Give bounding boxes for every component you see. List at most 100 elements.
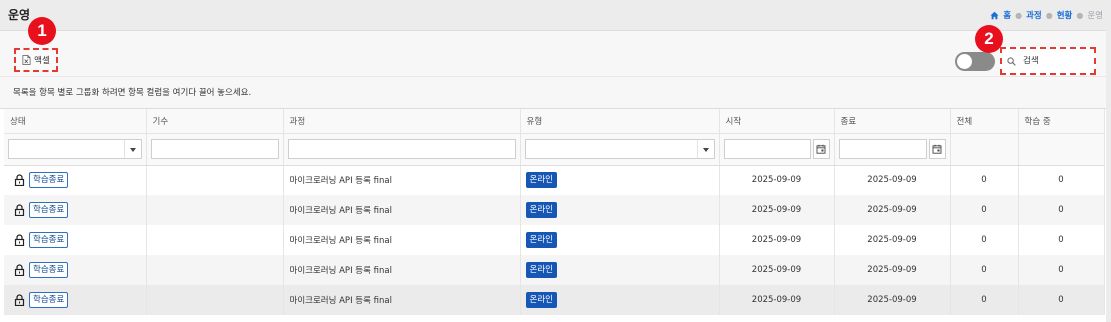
page-title: 운영 (8, 8, 31, 22)
search-box[interactable] (1000, 47, 1096, 75)
start-date-cell: 2025-09-09 (719, 285, 835, 315)
toggle-switch[interactable] (955, 52, 995, 71)
end-date-cell: 2025-09-09 (834, 285, 951, 315)
excel-export-label: 액셀 (34, 56, 50, 66)
filter-cell-end (834, 133, 951, 166)
column-header-learning[interactable]: 학습 중 (1018, 109, 1105, 134)
excel-file-icon (22, 55, 31, 65)
type-badge: 온라인 (525, 232, 557, 248)
learning-cell: 0 (1018, 165, 1105, 195)
header-row: 상태 기수 과정 유형 시작 종료 전체 학습 중 (4, 109, 1105, 134)
start-date-cell: 2025-09-09 (719, 165, 835, 195)
column-header-end[interactable]: 종료 (834, 109, 951, 134)
group-drop-area[interactable]: 목록을 항목 별로 그룹화 하려면 항목 컬럼을 여기다 끌어 놓으세요. (0, 77, 1106, 109)
learning-cell: 0 (1018, 285, 1105, 315)
round-cell (146, 165, 284, 195)
status-button[interactable]: 학습종료 (29, 292, 69, 308)
start-date-cell: 2025-09-09 (719, 195, 835, 225)
table-body: 학습종료 마이크로러닝 API 등록 final 온라인 2025-09-09 … (4, 165, 1105, 315)
status-cell: 학습종료 (4, 225, 147, 255)
breadcrumb-separator-dot: ● (1015, 10, 1023, 20)
annotation-badge-2: 2 (975, 25, 1003, 53)
round-filter-input[interactable] (150, 139, 279, 159)
course-cell: 마이크로러닝 API 등록 final (283, 165, 521, 195)
type-cell: 온라인 (520, 195, 720, 225)
status-button[interactable]: 학습종료 (29, 262, 69, 278)
table-row[interactable]: 학습종료 마이크로러닝 API 등록 final 온라인 2025-09-09 … (4, 285, 1105, 315)
column-header-course[interactable]: 과정 (283, 109, 521, 134)
column-header-round[interactable]: 기수 (146, 109, 284, 134)
grid-toolbar: 액셀 1 2 (0, 17, 1106, 77)
round-cell (146, 225, 284, 255)
learning-cell: 0 (1018, 255, 1105, 285)
breadcrumb-current: 운영 (1087, 11, 1103, 21)
course-filter-input[interactable] (287, 139, 516, 159)
chevron-down-icon (702, 148, 709, 152)
table-row[interactable]: 학습종료 마이크로러닝 API 등록 final 온라인 2025-09-09 … (4, 255, 1105, 285)
end-date-filter-input[interactable] (838, 139, 927, 159)
course-cell: 마이크로러닝 API 등록 final (283, 255, 521, 285)
status-cell: 학습종료 (4, 285, 147, 315)
status-filter-select[interactable] (8, 139, 142, 159)
breadcrumb-status[interactable]: 현황 (1057, 9, 1073, 21)
filter-cell-start (719, 133, 835, 166)
filter-cell-type (520, 133, 720, 166)
column-header-total[interactable]: 전체 (950, 109, 1019, 134)
annotation-badge-1: 1 (28, 17, 56, 45)
type-cell: 온라인 (520, 165, 720, 195)
type-badge: 온라인 (525, 292, 557, 308)
type-cell: 온라인 (520, 285, 720, 315)
lock-icon (14, 204, 25, 216)
round-cell (146, 285, 284, 315)
lock-icon (14, 294, 25, 306)
breadcrumb: 홈 ● 과정 ● 현황 ● 운영 (990, 9, 1103, 21)
breadcrumb-separator-dot: ● (1045, 10, 1053, 20)
column-header-type[interactable]: 유형 (520, 109, 720, 134)
calendar-icon (932, 144, 942, 154)
end-date-cell: 2025-09-09 (834, 165, 951, 195)
filter-row (4, 133, 1105, 166)
start-date-cell: 2025-09-09 (719, 255, 835, 285)
calendar-icon (816, 144, 826, 154)
status-cell: 학습종료 (4, 165, 147, 195)
breadcrumb-course[interactable]: 과정 (1026, 9, 1042, 21)
total-cell: 0 (950, 285, 1019, 315)
column-header-start[interactable]: 시작 (719, 109, 835, 134)
status-button[interactable]: 학습종료 (29, 232, 69, 248)
end-date-picker-button[interactable] (928, 139, 946, 159)
total-cell: 0 (950, 225, 1019, 255)
total-cell: 0 (950, 255, 1019, 285)
type-badge: 온라인 (525, 262, 557, 278)
round-cell (146, 195, 284, 225)
learning-cell: 0 (1018, 225, 1105, 255)
start-date-picker-button[interactable] (812, 139, 830, 159)
lock-icon (14, 234, 25, 246)
filter-cell-learning (1018, 133, 1105, 166)
end-date-cell: 2025-09-09 (834, 255, 951, 285)
type-badge: 온라인 (525, 202, 557, 218)
course-cell: 마이크로러닝 API 등록 final (283, 285, 521, 315)
start-date-filter-input[interactable] (723, 139, 811, 159)
type-cell: 온라인 (520, 255, 720, 285)
table-row[interactable]: 학습종료 마이크로러닝 API 등록 final 온라인 2025-09-09 … (4, 195, 1105, 225)
breadcrumb-home[interactable]: 홈 (1003, 9, 1011, 21)
status-cell: 학습종료 (4, 195, 147, 225)
round-cell (146, 255, 284, 285)
lock-icon (14, 174, 25, 187)
column-header-status[interactable]: 상태 (4, 109, 147, 134)
table-row[interactable]: 학습종료 마이크로러닝 API 등록 final 온라인 2025-09-09 … (4, 225, 1105, 255)
course-table: 상태 기수 과정 유형 시작 종료 전체 학습 중 학습종료 마이크로러닝 AP… (4, 109, 1105, 315)
home-icon (990, 11, 999, 19)
search-icon (1007, 56, 1016, 66)
top-bar: 운영 홈 ● 과정 ● 현황 ● 운영 (0, 0, 1111, 30)
table-row[interactable]: 학습종료 마이크로러닝 API 등록 final 온라인 2025-09-09 … (4, 165, 1105, 195)
search-input[interactable] (1023, 56, 1083, 66)
course-cell: 마이크로러닝 API 등록 final (283, 225, 521, 255)
status-button[interactable]: 학습종료 (29, 202, 69, 218)
excel-export-button[interactable]: 액셀 (14, 48, 58, 72)
learning-cell: 0 (1018, 195, 1105, 225)
status-button[interactable]: 학습종료 (29, 172, 69, 189)
total-cell: 0 (950, 165, 1019, 195)
toggle-knob (957, 54, 972, 69)
type-filter-select[interactable] (524, 139, 715, 159)
